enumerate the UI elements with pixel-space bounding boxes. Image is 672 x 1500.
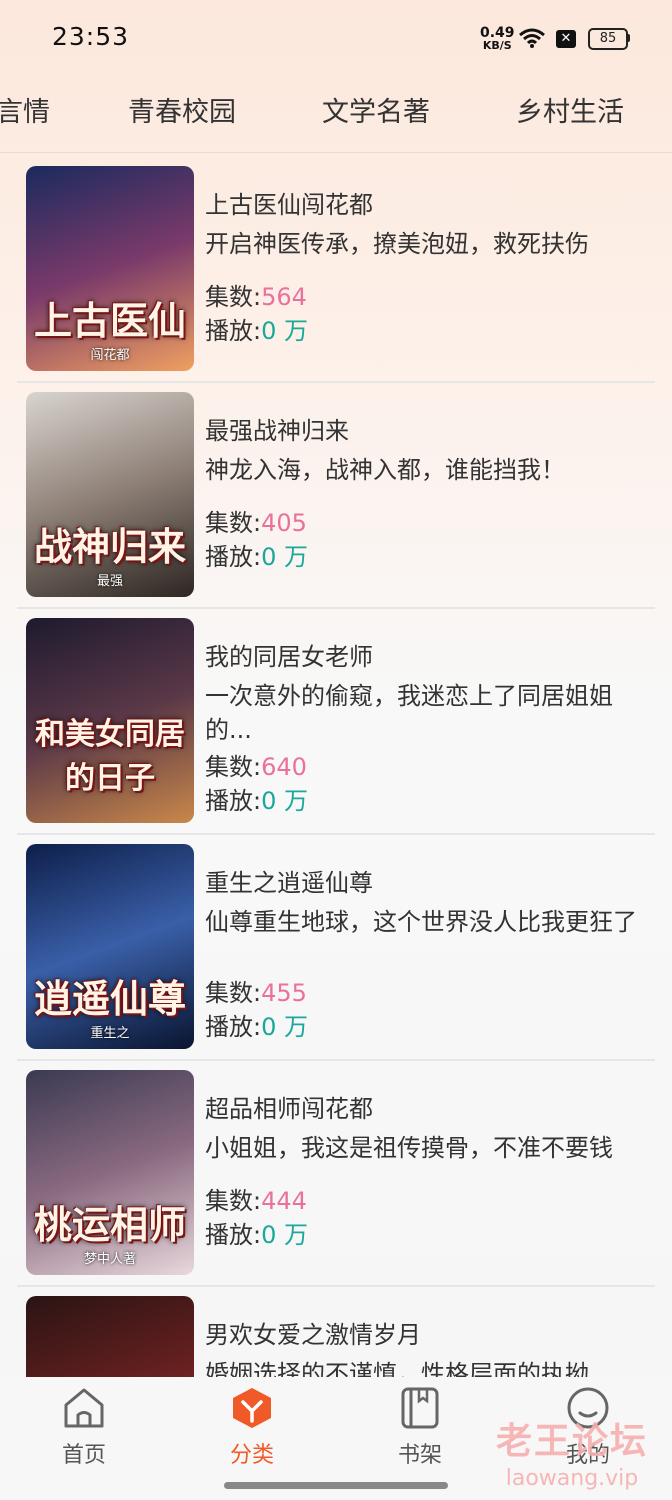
book-title[interactable]: 男欢女爱之激情岁月 (205, 1315, 421, 1350)
episode-label: 集数: (205, 979, 262, 1007)
book-item[interactable]: 战神归来 最强 最强战神归来 神龙入海，战神入都，谁能挡我！ 集数:405 播放… (17, 381, 655, 609)
network-speed-unit: KB/S (482, 39, 512, 52)
cover-title: 战神归来 (33, 524, 186, 569)
play-label: 播放: (205, 1013, 262, 1041)
nav-category-label: 分类 (229, 1443, 274, 1468)
cover-title: 上古医仙 (33, 298, 186, 343)
episode-count: 集数:640 (205, 747, 307, 782)
book-description: 婚姻选择的不谨慎，性格层面的执拗 (205, 1360, 589, 1377)
battery-tip (627, 34, 630, 42)
clock: 23:53 (52, 22, 130, 51)
book-item[interactable]: 男欢女爱之激情岁月 婚姻选择的不谨慎，性格层面的执拗 (17, 1285, 655, 1377)
book-item[interactable]: 桃运相师 梦中人著 超品相师闯花都 小姐姐，我这是祖传摸骨，不准不要钱 集数:4… (17, 1059, 655, 1287)
episode-label: 集数: (205, 753, 262, 781)
wifi-icon (519, 28, 545, 48)
cover-subtitle: 最强 (96, 574, 123, 589)
play-count: 播放:0 万 (205, 537, 308, 572)
book-item[interactable]: 逍遥仙尊 重生之 重生之逍遥仙尊 仙尊重生地球，这个世界没人比我更狂了 集数:4… (17, 833, 655, 1061)
play-count: 播放:0 万 (205, 781, 308, 816)
cover-subtitle: 重生之 (90, 1026, 130, 1041)
play-count: 播放:0 万 (205, 1215, 308, 1250)
book-list: 上古医仙 闯花都 上古医仙闯花都 开启神医传承，撩美泡妞，救死扶伤 集数:564… (0, 155, 672, 1377)
cover-title: 和美女同居的日子 (35, 717, 185, 796)
episode-count: 集数:455 (205, 973, 307, 1008)
status-bar: 23:53 0.49 KB/S ✕ 85 (0, 0, 672, 78)
battery-indicator: 85 (588, 28, 628, 50)
episode-value: 455 (261, 979, 307, 1007)
nav-bookshelf-label: 书架 (397, 1443, 442, 1468)
play-value: 0 万 (261, 317, 308, 345)
book-title[interactable]: 最强战神归来 (205, 411, 349, 446)
play-value: 0 万 (261, 1013, 308, 1041)
book-title[interactable]: 超品相师闯花都 (205, 1089, 373, 1124)
play-value: 0 万 (261, 1221, 308, 1249)
episode-label: 集数: (205, 509, 262, 537)
home-icon (64, 1388, 104, 1428)
book-title[interactable]: 上古医仙闯花都 (205, 185, 373, 220)
tab-romance[interactable]: 言情 (0, 90, 50, 129)
episode-label: 集数: (205, 283, 262, 311)
book-item[interactable]: 和美女同居的日子 我的同居女老师 一次意外的偷窥，我迷恋上了同居姐姐的... 集… (17, 607, 655, 835)
category-tab-bar: 言情 青春校园 文学名著 乡村生活 (0, 78, 672, 153)
play-value: 0 万 (261, 787, 308, 815)
nav-bookshelf[interactable]: 书架 (370, 1385, 470, 1469)
book-description: 一次意外的偷窥，我迷恋上了同居姐姐的... (205, 682, 613, 744)
book-cover[interactable]: 和美女同居的日子 (26, 618, 194, 823)
episode-value: 564 (261, 283, 307, 311)
category-icon (233, 1388, 271, 1428)
book-description: 小姐姐，我这是祖传摸骨，不准不要钱 (205, 1134, 613, 1162)
cover-subtitle: 梦中人著 (83, 1252, 136, 1267)
book-description: 开启神医传承，撩美泡妞，救死扶伤 (205, 230, 589, 258)
book-item[interactable]: 上古医仙 闯花都 上古医仙闯花都 开启神医传承，撩美泡妞，救死扶伤 集数:564… (17, 155, 655, 383)
episode-value: 405 (261, 509, 307, 537)
episode-count: 集数:405 (205, 503, 307, 538)
network-speed: 0.49 KB/S (480, 26, 515, 51)
tab-countryside[interactable]: 乡村生活 (516, 90, 624, 129)
episode-value: 444 (261, 1187, 307, 1215)
play-label: 播放: (205, 543, 262, 571)
episode-count: 集数:444 (205, 1181, 307, 1216)
book-title[interactable]: 重生之逍遥仙尊 (205, 863, 373, 898)
book-cover[interactable] (26, 1296, 194, 1377)
book-title[interactable]: 我的同居女老师 (205, 637, 373, 672)
nav-home[interactable]: 首页 (34, 1385, 134, 1469)
play-count: 播放:0 万 (205, 1007, 308, 1042)
episode-count: 集数:564 (205, 277, 307, 312)
network-speed-value: 0.49 (480, 25, 515, 41)
cover-title: 桃运相师 (33, 1202, 186, 1247)
bookshelf-icon (401, 1387, 439, 1429)
nav-category[interactable]: 分类 (202, 1385, 302, 1469)
episode-value: 640 (261, 753, 307, 781)
play-value: 0 万 (261, 543, 308, 571)
book-description: 神龙入海，战神入都，谁能挡我！ (205, 456, 565, 484)
book-cover[interactable]: 上古医仙 闯花都 (26, 166, 194, 371)
book-cover[interactable]: 桃运相师 梦中人著 (26, 1070, 194, 1275)
play-label: 播放: (205, 787, 262, 815)
play-count: 播放:0 万 (205, 311, 308, 346)
notification-x-icon: ✕ (556, 30, 576, 48)
cover-subtitle: 闯花都 (90, 348, 130, 363)
cover-title: 逍遥仙尊 (33, 976, 186, 1021)
tab-campus[interactable]: 青春校园 (128, 90, 236, 129)
watermark-line1: 老王论坛 (495, 1420, 648, 1462)
book-cover[interactable]: 战神归来 最强 (26, 392, 194, 597)
play-label: 播放: (205, 317, 262, 345)
watermark: 老王论坛 laowang.vip (482, 1412, 662, 1491)
nav-home-label: 首页 (61, 1443, 106, 1468)
play-label: 播放: (205, 1221, 262, 1249)
book-description: 仙尊重生地球，这个世界没人比我更狂了 (205, 908, 637, 936)
book-cover[interactable]: 逍遥仙尊 重生之 (26, 844, 194, 1049)
tab-classics[interactable]: 文学名著 (322, 90, 430, 129)
episode-label: 集数: (205, 1187, 262, 1215)
watermark-line2: laowang.vip (505, 1466, 639, 1491)
home-indicator[interactable] (224, 1482, 448, 1489)
